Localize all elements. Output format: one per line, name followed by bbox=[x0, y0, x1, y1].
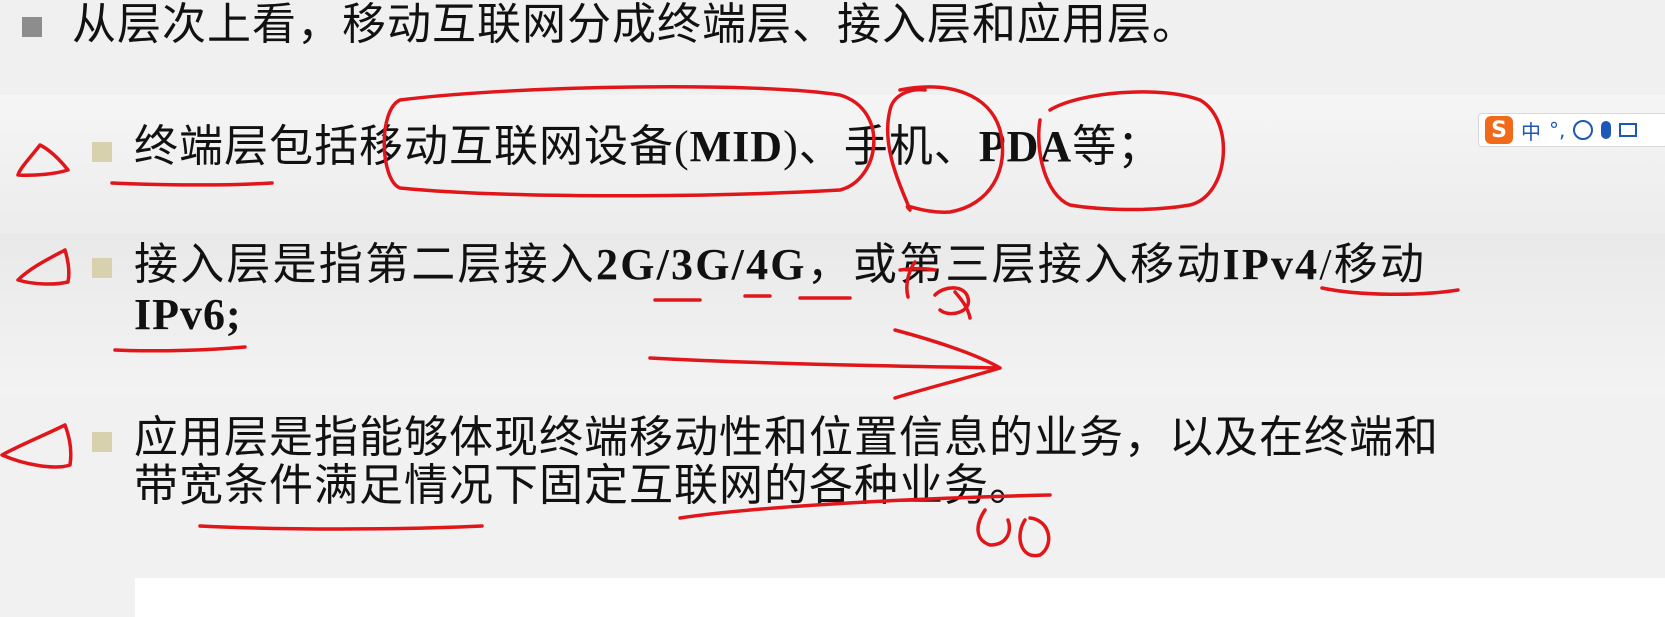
handwritten-annotations: 5G 50 bbox=[0, 85, 1460, 558]
angle-mark-icon bbox=[0, 423, 73, 469]
circle-mark-icon bbox=[1037, 90, 1226, 212]
angle-mark-icon bbox=[16, 248, 71, 286]
note-5g: 5G bbox=[920, 311, 922, 313]
circle-mark-icon bbox=[382, 85, 876, 198]
note-50: 50 bbox=[1000, 549, 1002, 551]
triangle-mark-icon bbox=[16, 143, 70, 177]
circle-mark-icon bbox=[885, 85, 1005, 214]
